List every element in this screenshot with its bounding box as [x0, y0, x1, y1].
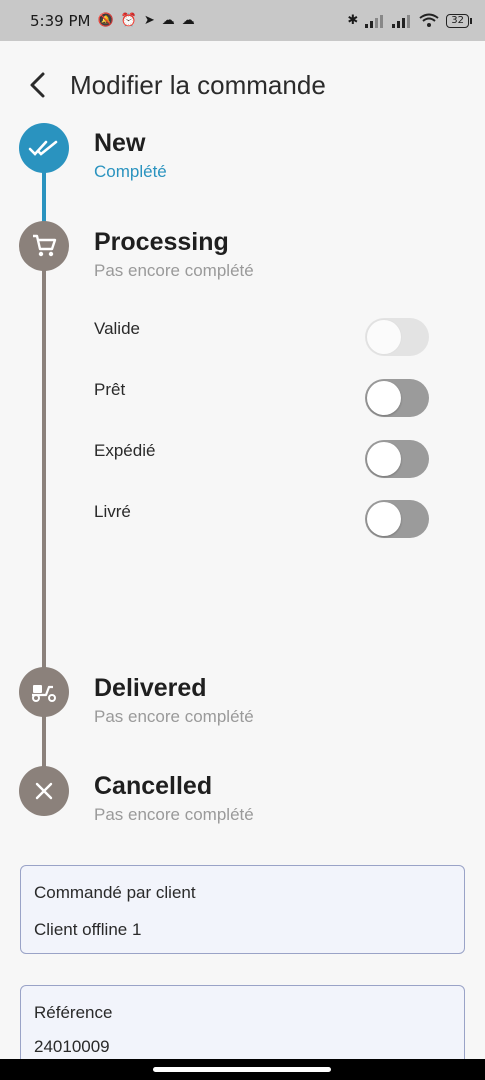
status-bar-right: ✱ 32: [347, 13, 472, 28]
stepper-rail-completed: [42, 170, 46, 225]
cloud-icon: ☁: [161, 13, 175, 28]
status-bar: 5:39 PM 🔕 ⏰ ➤ ☁ ☁ ✱ 32: [0, 0, 485, 41]
cart-icon: [33, 234, 57, 257]
cloud-icon: ☁: [181, 13, 195, 28]
alarm-icon: ⏰: [120, 13, 137, 28]
step-delivered-title[interactable]: Delivered: [94, 674, 207, 703]
option-pret-toggle[interactable]: [365, 379, 429, 417]
telegram-icon: ➤: [143, 13, 155, 28]
option-valide-label: Valide: [94, 319, 140, 338]
step-cancelled-indicator[interactable]: [19, 766, 69, 816]
clock: 5:39 PM: [30, 11, 91, 30]
close-icon: [35, 782, 53, 800]
step-processing-status: Pas encore complété: [94, 261, 254, 280]
step-processing-indicator[interactable]: [19, 221, 69, 271]
reference-label: Référence: [34, 1003, 113, 1022]
signal-icon: [392, 14, 411, 28]
option-valide-toggle[interactable]: [365, 318, 429, 356]
option-pret-label: Prêt: [94, 380, 126, 399]
stepper-rail-pending: [42, 268, 46, 673]
step-cancelled-status: Pas encore complété: [94, 805, 254, 824]
toggle-knob: [367, 442, 401, 476]
ordered-by-value: Client offline 1: [34, 920, 142, 939]
double-check-icon: [28, 140, 58, 156]
back-button[interactable]: [26, 71, 50, 99]
step-new-indicator[interactable]: [19, 123, 69, 173]
reference-value: 24010009: [34, 1037, 110, 1056]
toggle-knob: [367, 320, 401, 354]
step-new-status: Complété: [94, 162, 167, 181]
bluetooth-icon: ✱: [347, 13, 359, 28]
page-title: Modifier la commande: [70, 70, 326, 100]
step-processing-title[interactable]: Processing: [94, 228, 229, 257]
mute-bell-icon: 🔕: [97, 13, 114, 28]
step-delivered-indicator[interactable]: [19, 667, 69, 717]
system-nav-bar: [0, 1059, 485, 1080]
back-arrow-icon: [30, 72, 45, 98]
toggle-knob: [367, 502, 401, 536]
step-cancelled-title[interactable]: Cancelled: [94, 772, 212, 801]
step-new-title[interactable]: New: [94, 129, 145, 158]
option-livre-toggle[interactable]: [365, 500, 429, 538]
scooter-icon: [32, 685, 56, 702]
wifi-icon: [419, 13, 439, 27]
stepper-rail-pending: [42, 715, 46, 770]
option-expedie-label: Expédié: [94, 441, 156, 460]
ordered-by-label: Commandé par client: [34, 883, 196, 902]
option-expedie-toggle[interactable]: [365, 440, 429, 478]
signal-icon: [365, 14, 384, 28]
battery-indicator: 32: [446, 13, 472, 28]
toggle-knob: [367, 381, 401, 415]
app-bar: Modifier la commande: [0, 41, 485, 133]
ordered-by-field[interactable]: Commandé par client Client offline 1: [20, 865, 465, 954]
status-bar-left: 5:39 PM 🔕 ⏰ ➤ ☁ ☁: [30, 12, 195, 30]
home-indicator[interactable]: [153, 1067, 331, 1072]
step-delivered-status: Pas encore complété: [94, 707, 254, 726]
option-livre-label: Livré: [94, 502, 131, 521]
